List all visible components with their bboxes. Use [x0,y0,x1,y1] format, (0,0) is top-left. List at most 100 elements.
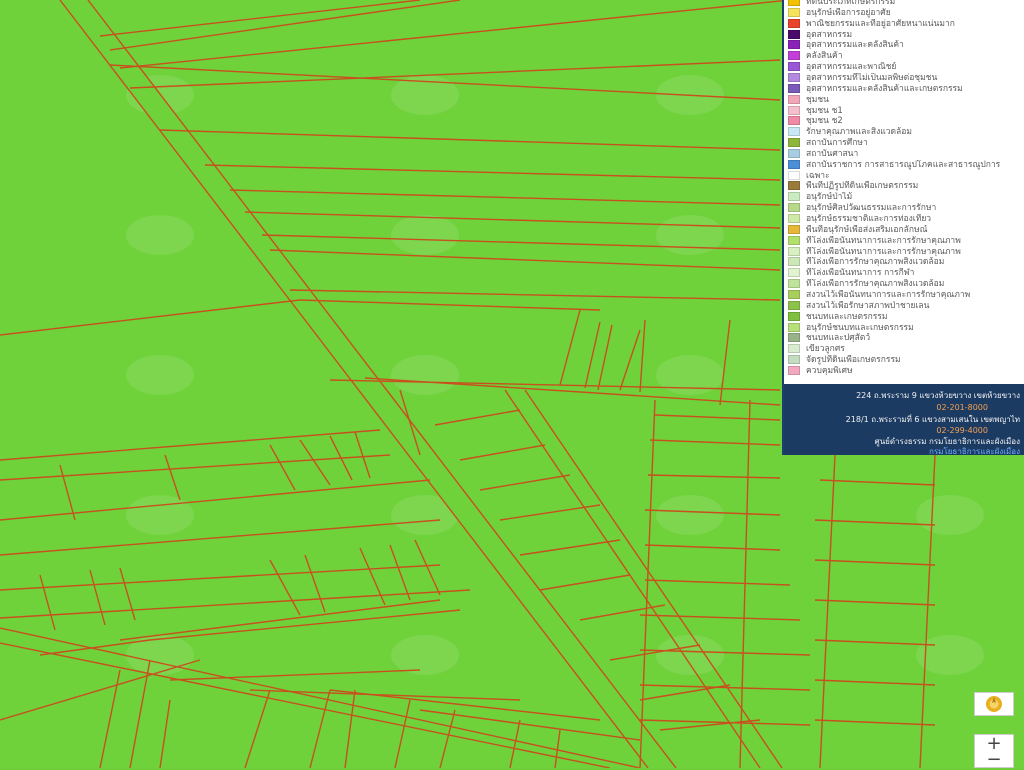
legend-label: สถาบันราชการ การสาธารณูปโภคและสาธารณูปกา… [806,159,1001,170]
legend-label: เฉพาะ [806,170,830,181]
legend-swatch [788,214,800,223]
legend-label: ที่โล่งเพื่อการรักษาคุณภาพสิ่งแวดล้อม [806,257,945,268]
legend-label: ที่โล่งเพื่อนันทนาการและการรักษาคุณภาพ [806,246,961,257]
watermark [391,355,459,395]
legend-swatch [788,289,800,299]
contact-footer: 224 ถ.พระราม 9 แขวงห้วยขวาง เขตห้วยขวาง … [784,384,1024,455]
legend-item: ที่ดินประเภทเกษตรกรรม [788,0,1024,7]
legend-item: ชนบทและปศุสัตว์ [788,333,1024,343]
parcel-boundary [229,189,781,206]
parcel-boundary [0,454,391,481]
legend-swatch [788,40,800,50]
legend-label: อนุรักษ์ป่าไม้ [806,192,853,203]
watermark [916,495,984,535]
parcel-boundary [309,689,331,768]
legend-item: ที่โล่งเพื่อการรักษาคุณภาพสิ่งแวดล้อม [788,257,1024,267]
legend-item: พื้นที่อนุรักษ์เพื่อส่งเสริมเอกลักษณ์ [788,224,1024,235]
parcel-boundary [819,479,936,486]
parcel-boundary [814,519,936,526]
legend-item: สถาบันราชการ การสาธารณูปโภคและสาธารณูปกา… [788,159,1024,170]
parcel-boundary [354,431,371,479]
parcel-boundary [814,639,936,646]
watermark [126,215,194,255]
legend-swatch [788,344,800,354]
legend-label: อุตสาหกรรมและคลังสินค้า [806,40,904,51]
legend-swatch [788,333,800,343]
parcel-boundary [244,689,271,768]
legend-label: พื้นที่อนุรักษ์เพื่อส่งเสริมเอกลักษณ์ [806,224,928,235]
department-link[interactable]: กรมโยธาธิการและผังเมือง [784,446,1020,455]
legend-item: ที่โล่งเพื่อนันทนาการและการรักษาคุณภาพ [788,235,1024,246]
watermark [126,355,194,395]
parcel-boundary [579,604,666,621]
legend-label: ที่โล่งเพื่อนันทนาการและการรักษาคุณภาพ [806,235,961,246]
legend-swatch [788,257,800,267]
parcel-boundary [654,414,781,421]
parcel-boundary [814,559,936,566]
parcel-boundary [149,609,461,641]
legend-item: ที่โล่งเพื่อการรักษาคุณภาพสิ่งแวดล้อม [788,279,1024,289]
parcel-boundary [159,699,171,768]
legend-swatch [788,18,800,28]
parcel-boundary [299,299,601,311]
legend-label: พื้นที่ปฏิรูปที่ดินเพื่อเกษตรกรรม [806,181,919,192]
legend-item: สถาบันการศึกษา [788,138,1024,148]
parcel-boundary [597,324,613,391]
parcel-boundary [99,669,121,768]
legend-swatch [788,51,800,61]
legend-swatch [788,355,800,365]
layer-switch-button[interactable] [974,692,1014,716]
parcel-boundary [0,299,301,336]
legend-label: รักษาคุณภาพและสิ่งแวดล้อม [806,127,912,138]
parcel-boundary [39,574,56,631]
legend-label: อนุรักษ์ชนบทและเกษตรกรรม [806,322,914,333]
parcel-boundary [109,0,461,51]
legend-swatch [788,181,800,191]
legend-item: ที่โล่งเพื่อนันทนาการ การกีฬา [788,268,1024,278]
parcel-boundary [434,409,521,426]
legend-swatch [788,322,800,332]
watermark [126,635,194,675]
legend-item: พาณิชยกรรมและที่อยู่อาศัยหนาแน่นมาก [788,18,1024,29]
parcel-boundary [0,627,641,768]
legend-item: สงวนไว้เพื่อรักษาสภาพป่าชายเลน [788,300,1024,311]
phone-1[interactable]: 02-201-8000 [784,402,988,413]
legend-label: ที่ดินประเภทเกษตรกรรม [806,0,896,7]
phone-2[interactable]: 02-299-4000 [784,425,988,436]
legend-item: สถาบันศาสนา [788,148,1024,159]
legend-panel[interactable]: ที่ดินประเภทเกษตรกรรม อนุรักษ์เพื่อการอยู… [782,0,1024,455]
watermark [391,215,459,255]
legend-swatch [788,235,800,245]
legend-item: พื้นที่ปฏิรูปที่ดินเพื่อเกษตรกรรม [788,181,1024,191]
zoom-out-button[interactable]: − [975,749,1013,770]
parcel-boundary [639,319,646,393]
legend-item: ชุมชน ช2 [788,116,1024,126]
watermark [656,495,724,535]
legend-item: ชนบทและเกษตรกรรม [788,311,1024,322]
legend-swatch [788,105,800,115]
parcel-boundary [289,289,781,301]
parcel-boundary [459,444,546,461]
legend-swatch [788,116,800,126]
parcel-boundary [479,474,571,491]
legend-label: จัดรูปที่ดินเพื่อเกษตรกรรม [806,355,901,366]
parcel-boundary [509,719,521,768]
parcel-boundary [559,309,581,386]
zoom-control[interactable]: + − [974,733,1014,770]
legend-swatch [788,62,800,72]
legend-swatch [788,138,800,148]
legend-label: สถาบันการศึกษา [806,138,868,149]
legend-swatch [788,72,800,82]
legend-item: อุตสาหกรรมและคลังสินค้า [788,40,1024,50]
parcel-boundary [99,0,421,37]
parcel-boundary [129,659,151,768]
parcel-boundary [539,574,631,591]
parcel-boundary [0,589,471,619]
parcel-boundary [499,504,601,521]
legend-swatch [788,94,800,104]
legend-label: ชุมชน [806,94,829,105]
parcel-boundary [159,129,781,151]
watermark [656,215,724,255]
layer-logo-icon [986,696,1002,712]
parcel-boundary [814,599,936,606]
